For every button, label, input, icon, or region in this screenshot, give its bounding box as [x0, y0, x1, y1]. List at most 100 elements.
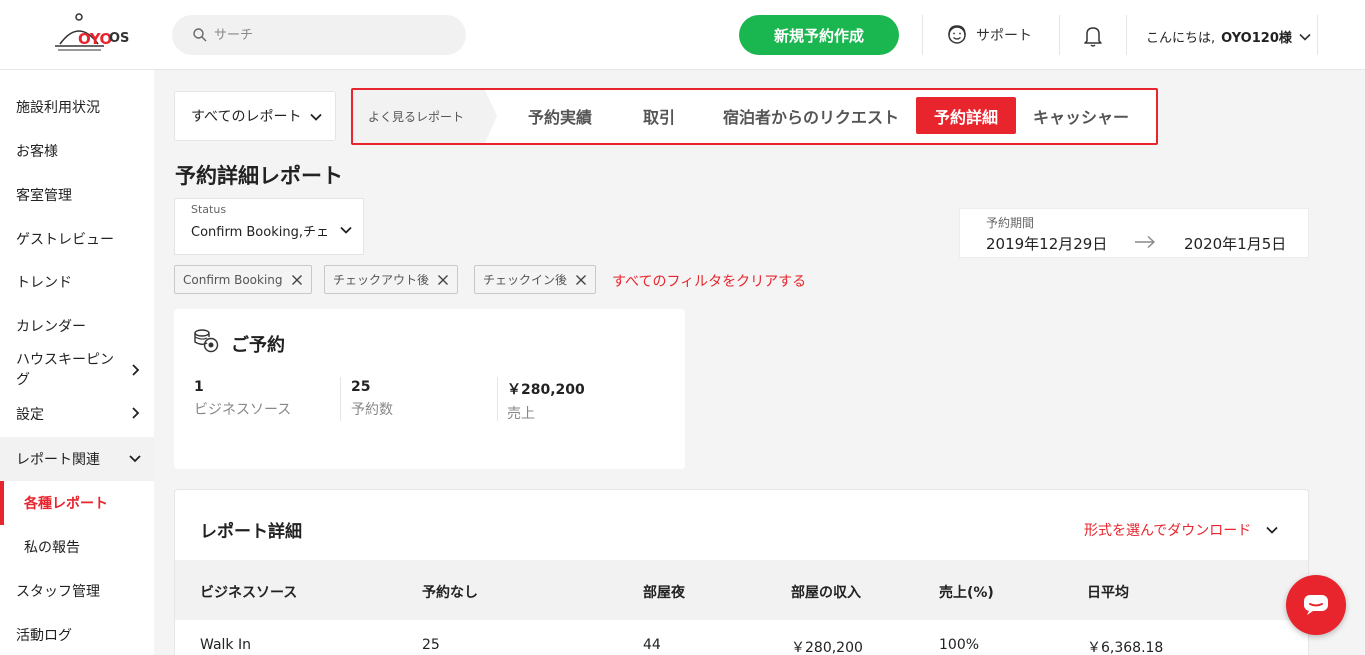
sidebar-item-occupancy[interactable]: 施設利用状況: [0, 85, 154, 129]
stat-bookings-count: 25 予約数: [351, 379, 393, 419]
sidebar-item-label: ハウスキーピング: [16, 352, 114, 388]
status-filter-label: Status: [191, 203, 227, 216]
tab-guest-requests[interactable]: 宿泊者からのリクエスト: [717, 97, 905, 134]
column-header[interactable]: 売上(%): [939, 582, 994, 602]
oyo-logo[interactable]: OYO OS: [52, 12, 132, 58]
search-input[interactable]: [214, 15, 454, 55]
status-filter-select[interactable]: Status Confirm Booking,チェ: [174, 198, 364, 255]
sidebar-item-label: 客室管理: [16, 188, 72, 204]
sidebar-item-trends[interactable]: トレンド: [0, 260, 154, 304]
header-divider: [922, 15, 923, 55]
sidebar-item-label: スタッフ管理: [16, 584, 100, 600]
filter-chip[interactable]: Confirm Booking: [174, 265, 312, 294]
tab-booking-performance[interactable]: 予約実績: [511, 97, 609, 134]
filter-chip-label: チェックアウト後: [333, 273, 430, 287]
sidebar-item-customers[interactable]: お客様: [0, 129, 154, 173]
sidebar-item-label: カレンダー: [16, 319, 86, 335]
logo-suffix-text: OS: [109, 31, 130, 46]
sidebar-item-label: お客様: [16, 144, 58, 160]
table-cell: ￥6,368.18: [1087, 640, 1164, 655]
sidebar-item-my-reports[interactable]: 私の報告: [0, 525, 154, 569]
sidebar-item-staff[interactable]: スタッフ管理: [0, 569, 154, 613]
chat-launcher-button[interactable]: [1286, 575, 1346, 635]
download-format-select[interactable]: 形式を選んでダウンロード: [1084, 520, 1279, 540]
tab-transactions[interactable]: 取引: [631, 97, 687, 134]
bell-icon[interactable]: [1082, 24, 1104, 48]
stat-label: ビジネスソース: [194, 402, 292, 418]
close-icon[interactable]: [575, 274, 587, 286]
column-header[interactable]: 部屋夜: [643, 582, 685, 602]
sidebar-item-all-reports[interactable]: 各種レポート: [0, 481, 154, 525]
download-label: 形式を選んでダウンロード: [1084, 523, 1252, 539]
support-link[interactable]: サポート: [946, 24, 1032, 46]
greeting-prefix: こんにちは,: [1146, 31, 1216, 46]
page-scrollbar[interactable]: [1357, 70, 1365, 655]
filter-chip[interactable]: チェックアウト後: [324, 265, 459, 294]
sidebar-item-label: 設定: [16, 407, 44, 423]
sidebar-item-label: 施設利用状況: [16, 100, 100, 116]
sidebar-item-activity-log[interactable]: 活動ログ: [0, 613, 154, 655]
chevron-down-icon: [1266, 526, 1278, 534]
sidebar-item-housekeeping[interactable]: ハウスキーピング: [0, 346, 154, 394]
search-box[interactable]: [172, 15, 466, 55]
stat-business-sources: 1 ビジネスソース: [194, 379, 291, 419]
tab-booking-details[interactable]: 予約詳細: [916, 97, 1016, 134]
header-divider: [1317, 15, 1318, 55]
sidebar-item-label: トレンド: [16, 275, 72, 291]
frequent-reports-tabs: よく見るレポート 予約実績 取引 宿泊者からのリクエスト 予約詳細 キャッシャー: [351, 88, 1158, 145]
sidebar-item-label: 活動ログ: [16, 628, 72, 644]
sidebar-item-label: 各種レポート: [24, 496, 108, 512]
date-end[interactable]: 2020年1月5日: [1184, 233, 1286, 254]
frequent-reports-label: よく見るレポート: [353, 90, 497, 143]
stat-label: 予約数: [351, 402, 393, 418]
table-cell: ￥280,200: [791, 640, 863, 655]
chevron-down-icon: [1299, 33, 1311, 41]
header-divider: [1126, 15, 1127, 55]
search-icon: [193, 28, 207, 42]
stat-divider: [497, 377, 498, 421]
report-details-panel: レポート詳細 形式を選んでダウンロード ビジネスソース 予約なし 部屋夜 部屋の…: [174, 489, 1309, 655]
report-type-value: すべてのレポート: [191, 109, 302, 125]
arrow-right-icon: [1135, 235, 1156, 249]
column-header[interactable]: 予約なし: [422, 582, 478, 602]
date-range-label: 予約期間: [986, 216, 1035, 230]
coins-icon: [194, 329, 219, 353]
table-cell: 44: [643, 637, 661, 653]
support-label: サポート: [976, 28, 1032, 44]
column-header[interactable]: 部屋の収入: [791, 582, 861, 602]
sidebar-item-reports[interactable]: レポート関連: [0, 437, 154, 481]
filter-chip[interactable]: チェックイン後: [474, 265, 597, 294]
chevron-right-icon: [132, 407, 140, 419]
clear-all-filters-link[interactable]: すべてのフィルタをクリアする: [612, 271, 806, 291]
stat-value: 25: [351, 379, 371, 395]
new-booking-button[interactable]: 新規予約作成: [739, 15, 899, 55]
sidebar-item-calendar[interactable]: カレンダー: [0, 304, 154, 348]
table-header: ビジネスソース 予約なし 部屋夜 部屋の収入 売上(%) 日平均: [175, 560, 1308, 620]
stat-divider: [340, 377, 341, 421]
stat-label: 売上: [507, 406, 535, 422]
sidebar-item-guest-reviews[interactable]: ゲストレビュー: [0, 217, 154, 261]
filter-chip-label: チェックイン後: [483, 273, 568, 287]
sidebar-item-label: レポート関連: [16, 452, 100, 468]
bookings-summary-card: ご予約 1 ビジネスソース 25 予約数 ￥280,200 売上: [174, 309, 685, 469]
report-type-select[interactable]: すべてのレポート: [174, 91, 336, 141]
user-name: OYO120様: [1221, 31, 1292, 46]
chevron-down-icon: [310, 113, 322, 121]
sidebar-item-rooms[interactable]: 客室管理: [0, 173, 154, 217]
sidebar-item-label: ゲストレビュー: [16, 232, 114, 248]
user-menu[interactable]: こんにちは, OYO120様: [1146, 27, 1312, 46]
table-cell: 25: [422, 637, 440, 653]
tab-cashier[interactable]: キャッシャー: [1025, 97, 1137, 134]
booking-date-range[interactable]: 予約期間 2019年12月29日 2020年1月5日: [959, 208, 1309, 258]
column-header[interactable]: 日平均: [1087, 582, 1129, 602]
stat-value: 1: [194, 379, 204, 395]
close-icon[interactable]: [291, 274, 303, 286]
stat-value: ￥280,200: [507, 382, 585, 398]
report-details-title: レポート詳細: [200, 522, 302, 542]
table-cell: 100%: [939, 637, 980, 653]
date-start[interactable]: 2019年12月29日: [986, 233, 1107, 254]
column-header[interactable]: ビジネスソース: [200, 582, 297, 602]
support-agent-icon: [948, 25, 966, 44]
sidebar-item-settings[interactable]: 設定: [0, 392, 154, 436]
close-icon[interactable]: [437, 274, 449, 286]
